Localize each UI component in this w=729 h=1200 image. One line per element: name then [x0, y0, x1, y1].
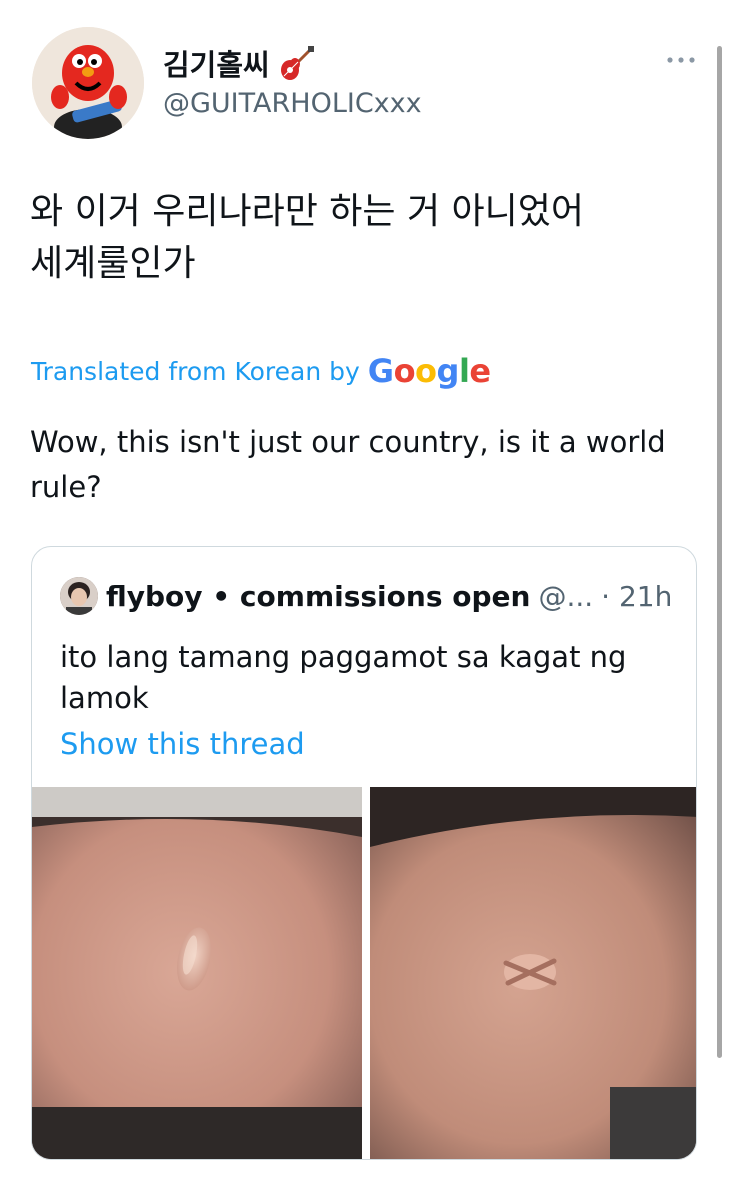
scrollbar[interactable] — [717, 46, 722, 1058]
display-name-text: 김기홀씨 — [163, 48, 270, 82]
google-logo-letter: o — [393, 352, 416, 390]
quoted-author-name[interactable]: flyboy • commissions open — [106, 580, 530, 613]
translated-from-label: Translated from Korean by — [31, 356, 360, 386]
tweet-text: 와 이거 우리나라만 하는 거 아니었어 세계룰인가 — [30, 191, 585, 284]
guitar-emoji-icon — [278, 44, 316, 82]
quoted-photo-2[interactable] — [370, 787, 696, 1159]
google-logo-letter: G — [367, 352, 394, 390]
quoted-author-handle[interactable]: @... — [538, 580, 593, 613]
more-horizontal-icon[interactable] — [665, 52, 697, 66]
author-avatar[interactable] — [32, 27, 144, 139]
quoted-author-avatar[interactable] — [60, 577, 98, 615]
author-handle[interactable]: @GUITARHOLICxxx — [163, 88, 422, 119]
google-logo-letter: l — [458, 352, 470, 390]
author-display-name[interactable]: 김기홀씨 — [163, 42, 316, 84]
translation-attribution: Translated from Korean by Google — [31, 352, 491, 390]
translated-text: Wow, this isn't just our country, is it … — [30, 425, 666, 504]
quoted-tweet-time[interactable]: · 21h — [601, 580, 672, 613]
google-logo-letter: g — [436, 352, 460, 390]
show-thread-link[interactable]: Show this thread — [60, 727, 305, 761]
quoted-tweet-header: flyboy • commissions open @... · 21h — [60, 577, 672, 615]
quoted-tweet-card[interactable]: flyboy • commissions open @... · 21h ito… — [31, 546, 697, 1160]
google-logo-letter: o — [415, 352, 437, 390]
google-logo: Google — [368, 352, 491, 390]
google-logo-letter: e — [469, 352, 491, 390]
quoted-tweet-text: ito lang tamang paggamot sa kagat ng lam… — [60, 640, 627, 715]
quoted-photo-1[interactable] — [32, 787, 362, 1159]
